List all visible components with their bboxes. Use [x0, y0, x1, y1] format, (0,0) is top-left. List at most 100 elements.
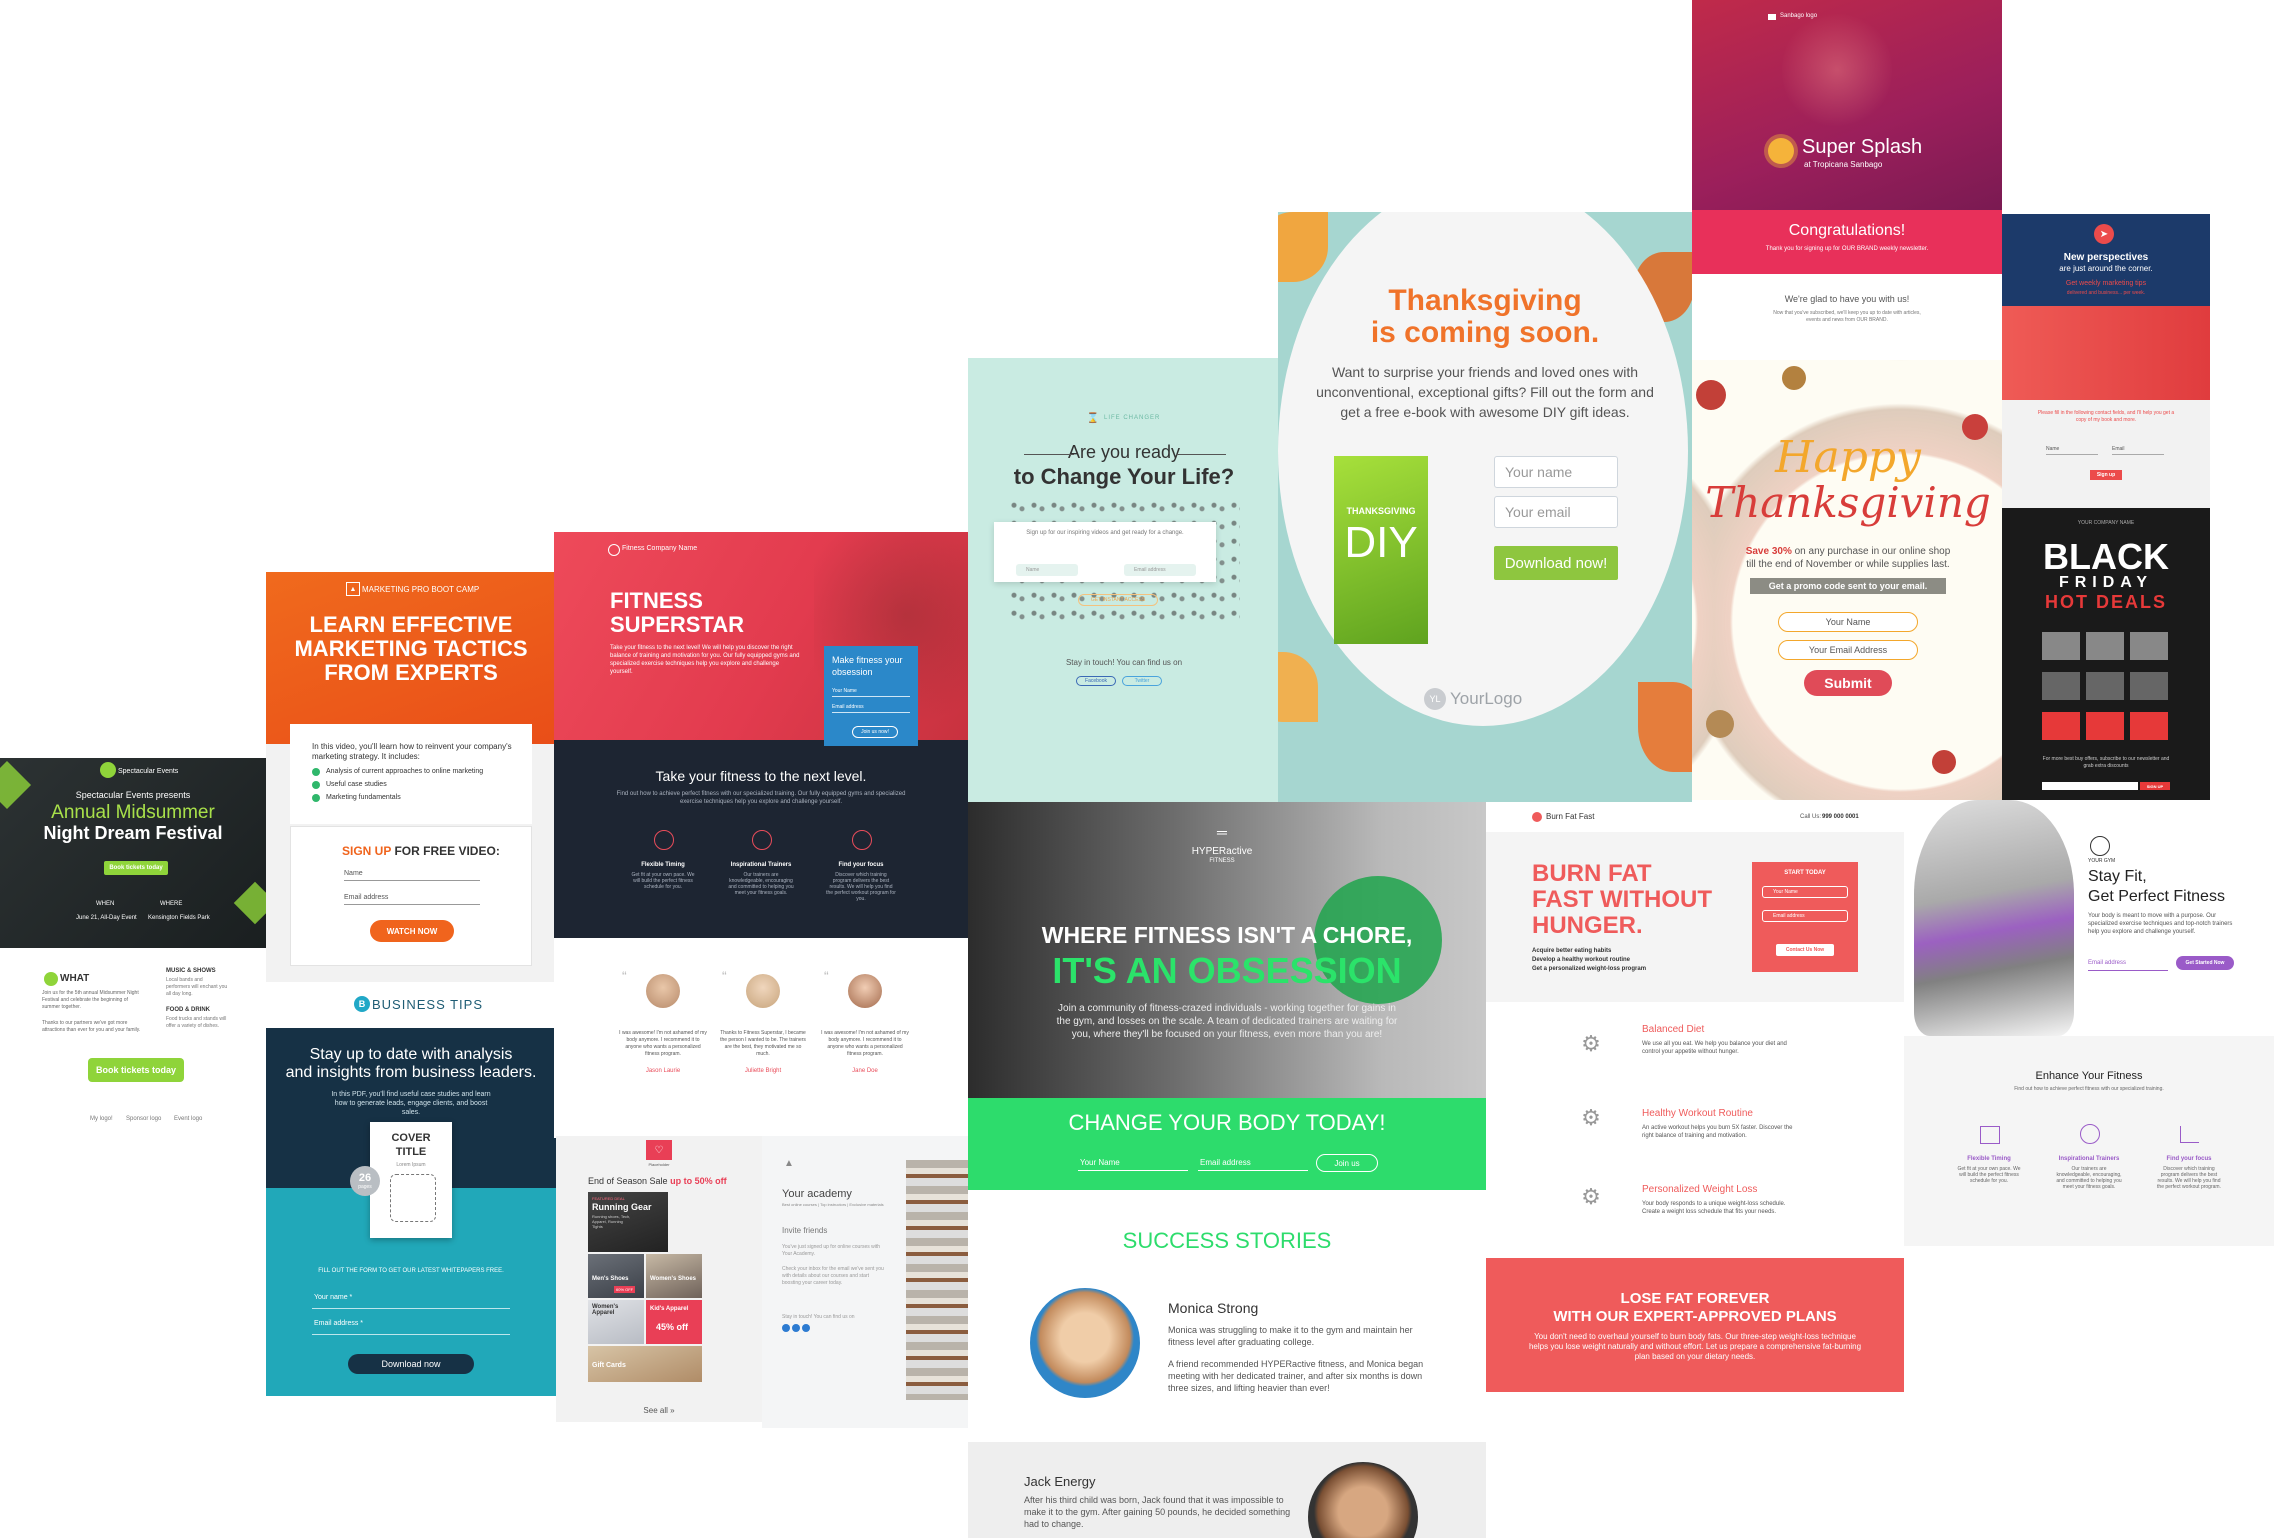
bf-brand: YOUR COMPANY NAME: [2077, 520, 2135, 526]
watch-now-button[interactable]: WATCH NOW: [370, 920, 454, 942]
gym-text: Your body is meant to move with a purpos…: [2088, 913, 2233, 935]
twitter-icon[interactable]: [792, 1324, 800, 1332]
perspectives-image: [2002, 306, 2210, 400]
thanksgiving-download-button[interactable]: Download now!: [1494, 546, 1618, 580]
marketing-title-2: MARKETING TACTICS: [294, 636, 528, 661]
festival-what-text-2: Thanks to our partners we've got more at…: [42, 1020, 141, 1033]
academy-title: Your academy: [782, 1188, 852, 1200]
thanksgiving-text-1: Want to surprise your friends and loved …: [1331, 364, 1639, 380]
life-name-input[interactable]: Name: [1016, 564, 1078, 576]
gym-f3-text: Discover which training program delivers…: [2157, 1166, 2221, 1190]
academy-sub: Best online courses | Top instructors | …: [782, 1202, 884, 1207]
gym-f1-text: Get fit at your own pace. We will build …: [1957, 1166, 2021, 1184]
burn-f3-text: Your body responds to a unique weight-lo…: [1642, 1201, 1786, 1215]
happy-band: Get a promo code sent to your email.: [1750, 578, 1946, 594]
perspectives-email-input[interactable]: [2112, 454, 2164, 455]
life-twitter-button[interactable]: Twitter: [1122, 676, 1162, 686]
fitness-join-button[interactable]: Join us now!: [852, 726, 898, 738]
facebook-icon[interactable]: [782, 1324, 790, 1332]
fitness-form-title: Make fitness your obsession: [832, 655, 903, 677]
hyper-join-button[interactable]: Join us: [1316, 1154, 1378, 1172]
life-email-input[interactable]: Email address: [1124, 564, 1196, 576]
life-facebook-button[interactable]: Facebook: [1076, 676, 1116, 686]
business-download-button[interactable]: Download now: [348, 1354, 474, 1374]
thanksgiving-name-input[interactable]: Your name: [1494, 456, 1618, 488]
bf-text: For more best buy offers, subscribe to o…: [2042, 756, 2170, 769]
marketing-email-input[interactable]: [344, 904, 480, 905]
marketing-bullet-3: Marketing fundamentals: [326, 794, 401, 801]
hyper-email-input[interactable]: [1198, 1170, 1308, 1171]
kids-off: 45% off: [656, 1322, 689, 1332]
check-icon: [312, 794, 320, 802]
festival-presents: Spectacular Events presents: [75, 790, 191, 800]
marketing-name-input[interactable]: [344, 880, 480, 881]
business-name-input[interactable]: [312, 1308, 510, 1309]
burn-name-input[interactable]: Your Name: [1762, 886, 1848, 898]
leaf-decor: [1638, 682, 1692, 772]
happy-text-2: till the end of November or while suppli…: [1746, 559, 1950, 570]
bf-email-input[interactable]: [2042, 782, 2138, 790]
burn-email-input[interactable]: Email address: [1762, 910, 1848, 922]
festival-cta-button[interactable]: Book tickets today: [104, 861, 168, 875]
burn-fat-page: Burn Fat Fast Call Us: 999 000 0001 BURN…: [1486, 802, 1904, 1392]
festival-cta-button-2[interactable]: Book tickets today: [88, 1058, 184, 1082]
business-logo-row: B BUSINESS TIPS: [266, 982, 556, 1028]
books-image: [906, 1160, 968, 1400]
festival-where-label: WHERE: [160, 901, 183, 907]
testimonial-3-text: I was awesome! I'm not ashamed of my bod…: [821, 1030, 909, 1057]
avatar: [1030, 1288, 1140, 1398]
burn-lose-2: WITH OUR EXPERT-APPROVED PLANS: [1553, 1308, 1837, 1325]
gym-start-button[interactable]: Get Started Now: [2176, 956, 2234, 970]
chart-line-icon: [2180, 1126, 2199, 1143]
timer-icon: [654, 830, 674, 850]
happy-submit-button[interactable]: Submit: [1804, 670, 1892, 696]
festival-logo-1: My logo!: [90, 1116, 113, 1122]
happy-title-1: Happy: [1775, 432, 1921, 483]
see-all-link[interactable]: See all »: [556, 1406, 762, 1415]
sale-logo-icon: ♡: [646, 1140, 672, 1160]
marketing-bullet-1: Analysis of current approaches to online…: [326, 768, 484, 775]
gift-label: Gift Cards: [592, 1362, 626, 1369]
thanksgiving-email-input[interactable]: Your email: [1494, 496, 1618, 528]
leaf-decor: [1278, 212, 1328, 282]
cover-title-1: COVER: [391, 1132, 431, 1144]
splash-congrats-band: [1692, 210, 2002, 274]
gym-f1: Flexible Timing: [1967, 1156, 2011, 1162]
hyperactive-page: ═ HYPERactive FITNESS WHERE FITNESS ISN'…: [968, 802, 1486, 1538]
thanksgiving-title-1: Thanksgiving: [1388, 284, 1582, 317]
business-logo-icon: B: [354, 996, 370, 1012]
bf-title-1: BLACK: [2043, 536, 2169, 577]
happy-name-input[interactable]: Your Name: [1778, 612, 1918, 632]
perspectives-signup-button[interactable]: Sign up: [2090, 470, 2122, 480]
gym-athlete-image: [1914, 800, 2074, 1036]
happy-email-input[interactable]: Your Email Address: [1778, 640, 1918, 660]
life-access-button[interactable]: GET INSTANT ACCESS: [1078, 594, 1158, 606]
fitness-f1: Flexible Timing: [641, 862, 685, 868]
fitness-email-input[interactable]: [832, 712, 910, 713]
fitness-page: Fitness Company Name FITNESS SUPERSTAR T…: [554, 532, 968, 938]
perspectives-email-label: Email: [2112, 446, 2125, 452]
sale-title-1: End of Season Sale: [588, 1176, 668, 1186]
business-email-input[interactable]: [312, 1334, 510, 1335]
perspectives-name-input[interactable]: [2046, 454, 2098, 455]
google-icon[interactable]: [802, 1324, 810, 1332]
life-sub: Sign up for our inspiring videos and get…: [1026, 530, 1184, 536]
sun-icon: [1768, 138, 1794, 164]
sale-title: End of Season Sale up to 50% off: [588, 1176, 727, 1186]
festival-music: MUSIC & SHOWS: [166, 968, 216, 974]
burn-contact-button[interactable]: Contact Us Now: [1776, 944, 1834, 956]
mens-label: Men's Shoes: [592, 1276, 629, 1282]
gym-title-1: Stay Fit,: [2088, 868, 2147, 885]
compass-icon: ➤: [2094, 224, 2114, 244]
festival-title-2: Night Dream Festival: [43, 823, 223, 843]
bf-signup-button[interactable]: SIGN UP: [2140, 782, 2170, 790]
life-brand: LIFE CHANGER: [1104, 415, 1161, 421]
success-title: SUCCESS STORIES: [1122, 1228, 1332, 1253]
gym-email-input[interactable]: [2088, 970, 2168, 971]
running-sub: Running shoes, Tech, Apparel, Running Ti…: [592, 1214, 631, 1229]
fitness-name-input[interactable]: [832, 696, 910, 697]
fitness-brand-icon: [608, 544, 620, 556]
life-title-1: Are you ready: [1067, 442, 1181, 462]
hyper-name-input[interactable]: [1078, 1170, 1188, 1171]
perspectives-title-1: New perspectives: [2063, 252, 2149, 263]
